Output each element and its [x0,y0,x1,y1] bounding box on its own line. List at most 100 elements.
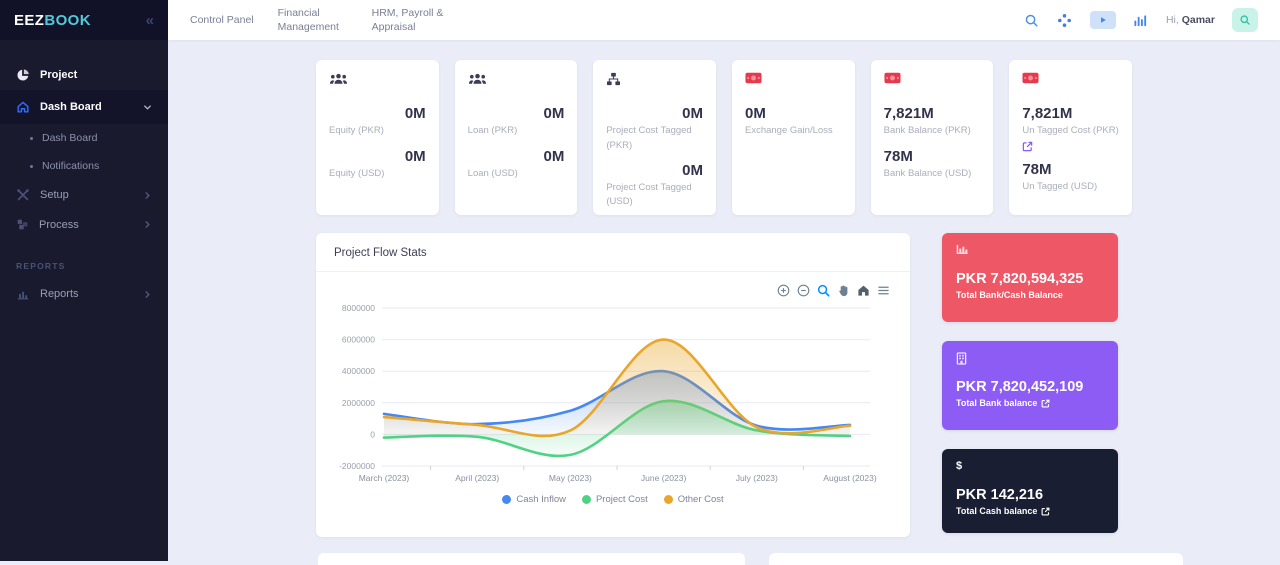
pan-icon[interactable] [837,284,850,297]
metric-label: Bank Balance (PKR) [884,124,981,138]
sidebar-item-label: Dash Board [40,101,102,113]
chart-title: Project Flow Stats [316,233,910,272]
legend-dot-icon [664,495,673,504]
greeting-prefix: Hi, [1166,14,1179,26]
external-link-icon[interactable] [1022,141,1119,152]
metric-value: 0M [606,105,703,122]
metric-label: Loan (USD) [468,167,565,181]
stats-bars-icon[interactable] [1133,12,1149,28]
legend-item[interactable]: Other Cost [664,494,724,505]
metric-label: Project Cost Tagged (PKR) [606,124,703,153]
metric-label: Equity (PKR) [329,124,426,138]
chart-icon [956,244,1104,262]
nav-hrm-payroll[interactable]: HRM, Payroll & Appraisal [372,6,448,34]
brand-primary: EEZ [14,12,44,29]
metric-value: 7,821M [1022,105,1119,122]
summary-label-text: Total Bank/Cash Balance [956,290,1063,300]
summary-value: PKR 7,820,594,325 [956,271,1104,287]
metric-label: Exchange Gain/Loss [745,124,842,138]
metric-value: 0M [329,105,426,122]
summary-label: Total Cash balance [956,506,1104,516]
banknote-icon [884,72,981,96]
partial-card [318,553,745,565]
bullet-icon [30,137,33,140]
metric: 7,821M Bank Balance (PKR) [884,105,981,139]
metric-label: Equity (USD) [329,167,426,181]
home-icon[interactable] [857,284,870,297]
external-link-icon[interactable] [1041,507,1050,516]
sidebar-subitem-label: Dash Board [42,132,97,144]
search-icon[interactable] [1024,12,1040,28]
metric: 0M Exchange Gain/Loss [745,105,842,139]
svg-text:-2000000: -2000000 [339,461,375,471]
sidebar-item-setup[interactable]: Setup [0,180,168,210]
summary-label-text: Total Cash balance [956,506,1037,516]
legend-label: Project Cost [596,494,648,505]
zoom-in-icon[interactable] [777,284,790,297]
metric: 7,821M Un Tagged Cost (PKR) [1022,105,1119,152]
apps-icon[interactable] [1057,12,1073,28]
summary-value: PKR 142,216 [956,487,1104,503]
chart-toolbar [777,284,890,297]
sidebar-item-project[interactable]: Project [0,60,168,90]
sidebar-item-process[interactable]: Process [0,210,168,239]
metric-value: 0M [745,105,842,122]
play-icon[interactable] [1090,11,1116,29]
sidebar-header: EEZBOOK « [0,0,168,40]
summary-card-total-bank: PKR 7,820,452,109 Total Bank balance [942,341,1118,430]
users-icon [329,72,426,96]
user-greeting: Hi, Qamar [1166,14,1215,26]
sidebar-subitem-label: Notifications [42,160,99,172]
sidebar-item-reports[interactable]: Reports [0,279,168,309]
top-header: Control Panel Financial Management HRM, … [168,0,1280,40]
sidebar-item-label: Process [39,219,79,231]
partial-card [769,553,1183,565]
brand-secondary: BOOK [44,12,91,29]
project-flow-chart[interactable]: 80000006000000400000020000000-2000000Mar… [330,278,890,494]
legend-item[interactable]: Cash Inflow [502,494,566,505]
stat-card-project-cost-tagged: 0M Project Cost Tagged (PKR) 0M Project … [593,60,716,215]
header-actions: Hi, Qamar [1024,8,1258,32]
metric-value: 7,821M [884,105,981,122]
zoom-out-icon[interactable] [797,284,810,297]
search-button[interactable] [1232,8,1258,32]
metric: 0M Loan (PKR) [468,105,565,139]
metric-label: Bank Balance (USD) [884,167,981,181]
sidebar-collapse-icon[interactable]: « [146,12,154,29]
stat-card-untagged-cost: 7,821M Un Tagged Cost (PKR) 78M Un Tagge… [1009,60,1132,215]
external-link-icon[interactable] [1041,399,1050,408]
metric: 0M Equity (PKR) [329,105,426,139]
metric-value: 78M [1022,161,1119,178]
metric-value: 0M [329,148,426,165]
stat-card-exchange-gain-loss: 0M Exchange Gain/Loss [732,60,855,215]
metric-value: 0M [468,148,565,165]
bank-building-icon [956,352,1104,370]
summary-label: Total Bank/Cash Balance [956,290,1104,300]
metric: 78M Bank Balance (USD) [884,148,981,182]
summary-cards-column: PKR 7,820,594,325 Total Bank/Cash Balanc… [942,233,1118,537]
nav-control-panel[interactable]: Control Panel [190,13,254,27]
sidebar-item-dashboard[interactable]: Dash Board [0,90,168,124]
selection-zoom-icon[interactable] [817,284,830,297]
sidebar-subitem-notifications[interactable]: Notifications [0,152,168,180]
metric: 0M Loan (USD) [468,148,565,182]
pie-chart-icon [16,68,30,82]
legend-label: Other Cost [678,494,724,505]
sidebar-item-label: Reports [40,288,79,300]
chart-legend: Cash Inflow Project Cost Other Cost [330,494,896,505]
dollar-icon: $ [956,460,1104,478]
menu-icon[interactable] [877,284,890,297]
stat-cards-row: 0M Equity (PKR) 0M Equity (USD) 0M Loan … [316,60,1132,215]
banknote-icon [745,72,842,96]
chevron-right-icon [143,290,152,299]
sidebar-item-label: Setup [40,189,69,201]
chevron-down-icon [143,103,152,112]
legend-item[interactable]: Project Cost [582,494,648,505]
nav-financial-management[interactable]: Financial Management [278,6,348,34]
legend-label: Cash Inflow [516,494,566,505]
metric: 78M Un Tagged (USD) [1022,161,1119,195]
sidebar: EEZBOOK « Project Dash Board Dash Board [0,0,168,561]
sidebar-subitem-dashboard[interactable]: Dash Board [0,124,168,152]
tools-icon [16,188,30,202]
chart-body: 80000006000000400000020000000-2000000Mar… [316,272,910,505]
